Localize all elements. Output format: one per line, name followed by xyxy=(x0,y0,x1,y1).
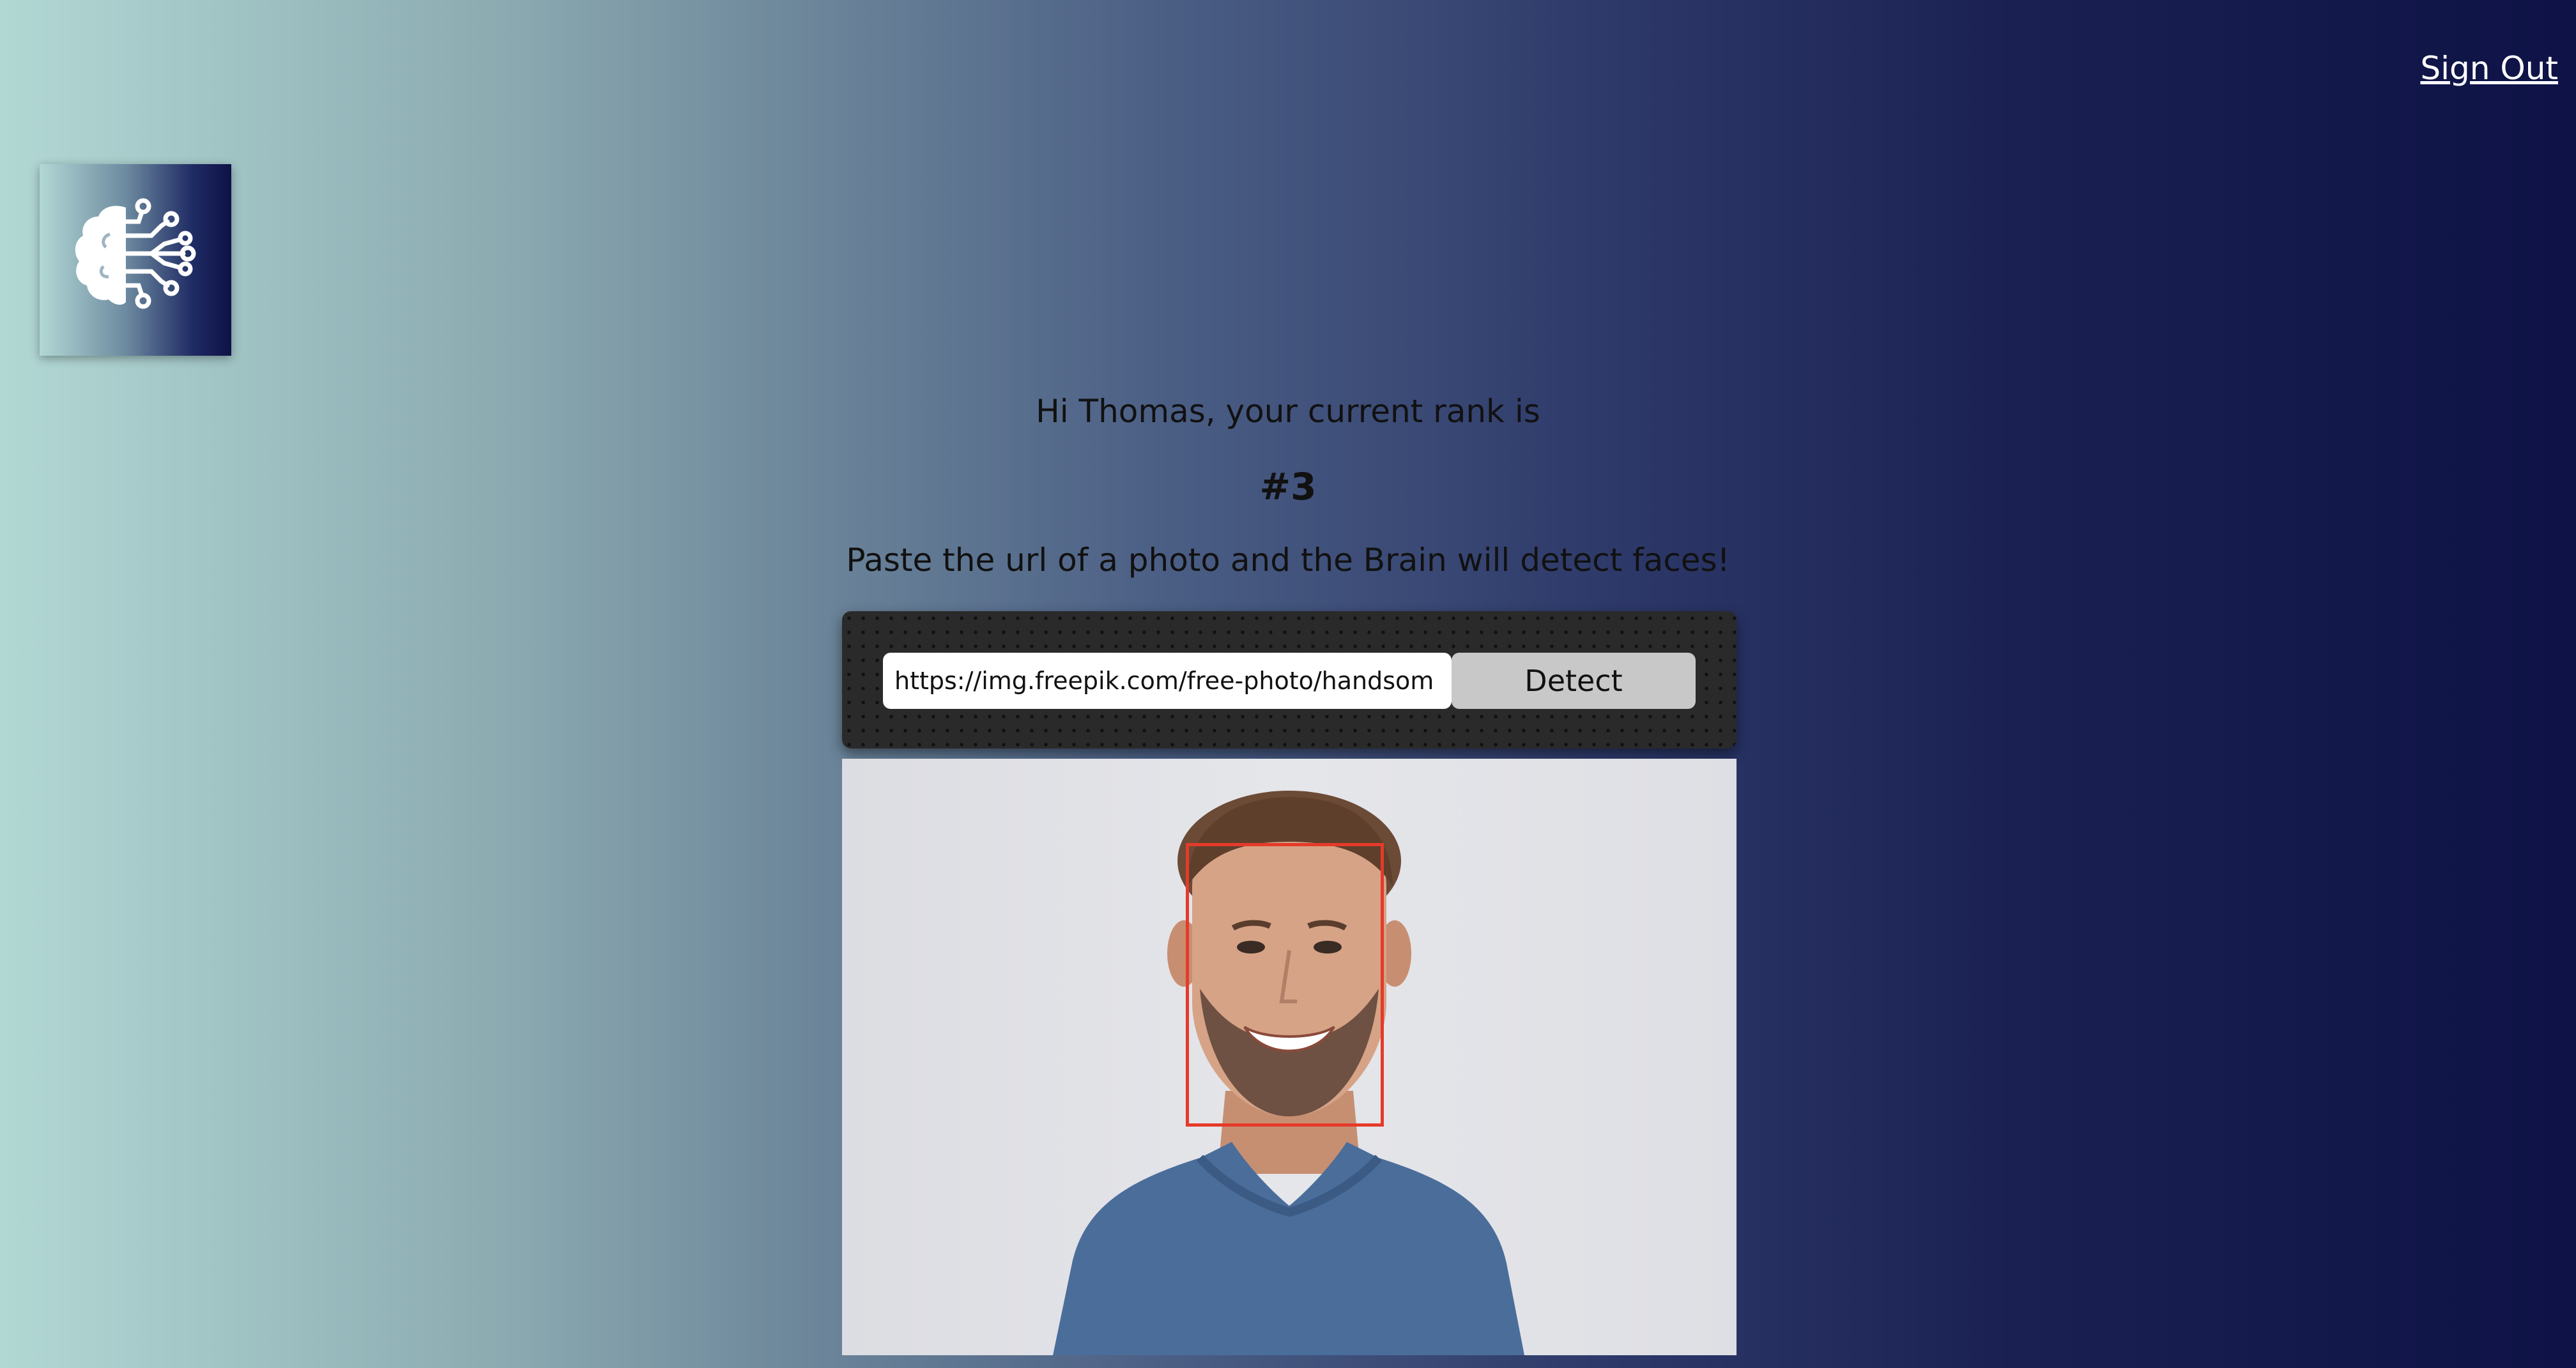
url-input[interactable] xyxy=(883,653,1452,709)
rank-value: #3 xyxy=(1259,465,1317,508)
brain-circuit-icon xyxy=(75,198,196,309)
sign-out-link[interactable]: Sign Out xyxy=(2420,50,2558,87)
image-link-form: Detect xyxy=(842,611,1736,749)
rank-greeting: Hi Thomas, your current rank is xyxy=(1036,393,1540,430)
instructions-text: Paste the url of a photo and the Brain w… xyxy=(846,542,1730,579)
face-bounding-box xyxy=(1186,843,1384,1127)
face-image xyxy=(842,759,1736,1355)
detect-button[interactable]: Detect xyxy=(1452,653,1696,709)
brain-logo xyxy=(40,164,231,356)
